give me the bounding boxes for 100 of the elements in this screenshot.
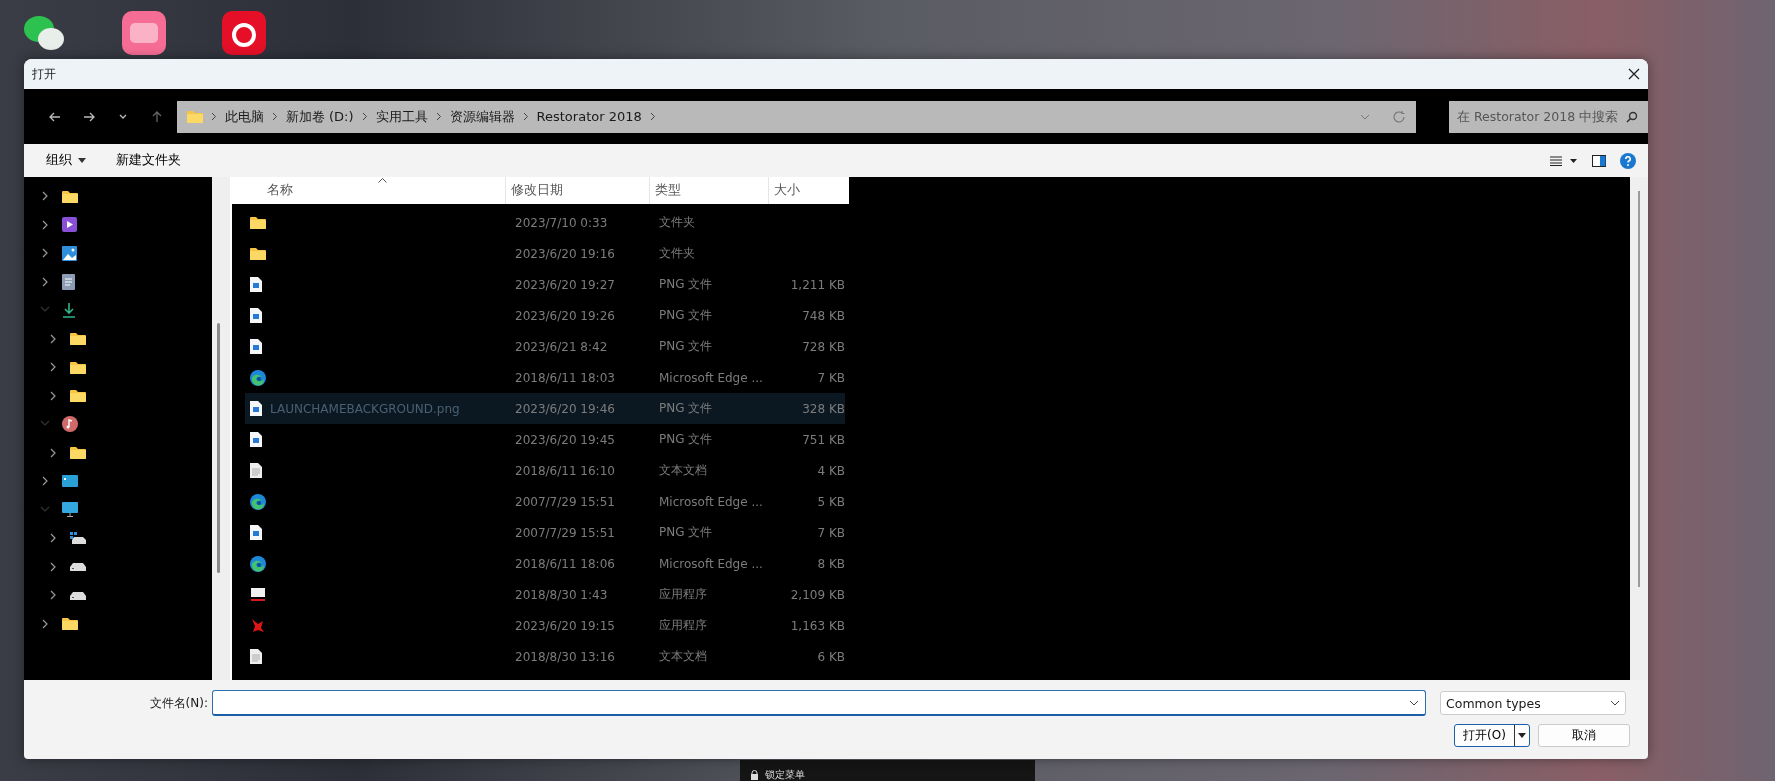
file-date: 2018/6/11 18:03 [514,370,615,385]
drive-icon[interactable] [70,590,86,600]
new-folder-button[interactable]: 新建文件夹 [108,148,189,173]
file-row[interactable]: 2018/8/30 13:16 文本文档 6 KB [245,641,845,672]
folder-icon[interactable] [62,617,78,631]
swirl-icon [250,369,266,386]
breadcrumb-item[interactable]: Restorator 2018 [536,109,642,124]
breadcrumb-item[interactable]: 新加卷 (D:) [285,107,354,126]
file-row[interactable]: 2023/6/20 19:45 PNG 文件 751 KB [245,424,845,455]
file-row[interactable]: LAUNCHAMEBACKGROUND.png 2023/6/20 19:46 PNG 文件 328 KB [245,393,845,424]
file-row[interactable]: 2023/6/20 19:27 PNG 文件 1,211 KB [245,269,845,300]
image-file-icon [250,525,262,540]
file-row[interactable]: 2023/6/20 19:15 应用程序 1,163 KB [245,610,845,641]
file-type: PNG 文件 [658,338,713,355]
drive-icon[interactable] [70,562,86,572]
organize-button[interactable]: 组织 [38,148,94,173]
file-date: 2023/6/20 19:16 [514,246,615,261]
breadcrumb-item[interactable]: 实用工具 [375,107,428,126]
file-size: 328 KB [801,401,845,416]
device-icon[interactable] [62,474,78,488]
expand-icon[interactable] [40,618,50,629]
folder-icon[interactable] [70,389,86,403]
file-type: Microsoft Edge ... [658,370,763,385]
app-icon[interactable] [122,11,166,55]
expand-icon[interactable] [40,276,50,287]
breadcrumb-item[interactable]: 资源编辑器 [449,107,515,126]
caret-icon[interactable] [1518,733,1526,738]
column-header[interactable]: 名称 [262,177,505,204]
file-size: 1,211 KB [789,277,845,292]
expand-icon[interactable] [40,248,50,259]
folder-icon[interactable] [70,360,86,374]
filename-field[interactable] [212,690,1426,716]
expand-icon[interactable] [48,533,58,544]
expand-icon[interactable] [40,219,50,230]
address-bar[interactable]: 此电脑 新加卷 (D:) 实用工具 资源编辑器 Restorator 2018 [176,100,1416,133]
caret-icon[interactable] [78,158,86,163]
scrollbar[interactable] [1630,177,1648,680]
file-row[interactable]: 2007/7/29 15:51 Microsoft Edge ... 5 KB [245,486,845,517]
music-icon[interactable] [62,416,78,433]
close-icon[interactable] [1628,68,1640,80]
folder-icon[interactable] [70,446,86,460]
expand-icon[interactable] [48,590,58,601]
lock-icon [750,770,759,780]
search-icon[interactable] [1625,110,1638,123]
file-date: 2023/6/20 19:45 [514,432,615,447]
help-icon[interactable] [1620,152,1636,169]
file-row[interactable]: 2023/6/21 8:42 PNG 文件 728 KB [245,331,845,362]
chevron-down-icon[interactable] [1610,700,1620,706]
file-row[interactable]: 2018/8/30 1:43 应用程序 2,109 KB [245,579,845,610]
file-row[interactable]: 2007/7/29 15:51 PNG 文件 7 KB [245,517,845,548]
pc-icon[interactable] [62,502,78,518]
file-size: 728 KB [801,339,845,354]
scrollbar[interactable] [212,177,230,680]
folder-icon[interactable] [62,189,78,203]
column-header[interactable]: 修改日期 [505,177,649,204]
file-row[interactable]: 2018/6/11 18:06 Microsoft Edge ... 8 KB [245,548,845,579]
sort-icon [378,178,387,183]
chevron-down-icon[interactable] [1409,699,1419,706]
file-type: 文本文档 [658,462,707,479]
file-type-dropdown[interactable]: Common types [1440,691,1626,715]
pictures-icon[interactable] [62,245,77,261]
file-row[interactable]: 2023/6/20 19:26 PNG 文件 748 KB [245,300,845,331]
expand-icon[interactable] [40,191,50,202]
chevron-icon [271,112,278,121]
file-date: 2018/8/30 1:43 [514,587,608,602]
expand-icon[interactable] [48,333,58,344]
text-file-icon [250,649,262,664]
expand-icon[interactable] [48,447,58,458]
file-date: 2018/8/30 13:16 [514,649,615,664]
documents-icon[interactable] [62,273,75,290]
file-type: 文本文档 [658,648,707,665]
folder-icon [250,247,266,260]
column-header[interactable]: 类型 [649,177,768,204]
expand-icon[interactable] [48,362,58,373]
downloads-icon[interactable] [62,302,76,319]
video-icon[interactable] [62,217,77,233]
expand-icon[interactable] [40,476,50,487]
folder-icon[interactable] [70,332,86,346]
cancel-button[interactable]: 取消 [1538,724,1630,747]
file-row[interactable]: 2023/6/20 19:16 文件夹 [245,238,845,269]
search-field[interactable]: 在 Restorator 2018 中搜索 [1448,100,1648,133]
preview-pane-icon[interactable] [1592,154,1606,167]
file-row[interactable]: 2018/6/11 16:10 文本文档 4 KB [245,455,845,486]
file-type: 应用程序 [658,586,707,603]
file-row[interactable]: 2023/7/10 0:33 文件夹 [245,207,845,238]
view-menu-icon[interactable] [1550,155,1578,166]
file-type: Microsoft Edge ... [658,556,763,571]
chevron-icon [435,112,442,121]
app-icon[interactable] [222,11,266,55]
expand-icon[interactable] [48,561,58,572]
breadcrumb-item[interactable]: 此电脑 [224,107,264,126]
column-header[interactable]: 大小 [768,177,849,204]
file-row[interactable]: 2018/6/11 18:03 Microsoft Edge ... 7 KB [245,362,845,393]
open-button[interactable]: 打开(O) [1454,724,1530,747]
file-size: 4 KB [816,463,845,478]
folder-icon [250,216,266,229]
expand-icon[interactable] [48,390,58,401]
drive-icon[interactable] [70,532,86,545]
chevron-icon [522,112,529,121]
file-type: PNG 文件 [658,400,713,417]
